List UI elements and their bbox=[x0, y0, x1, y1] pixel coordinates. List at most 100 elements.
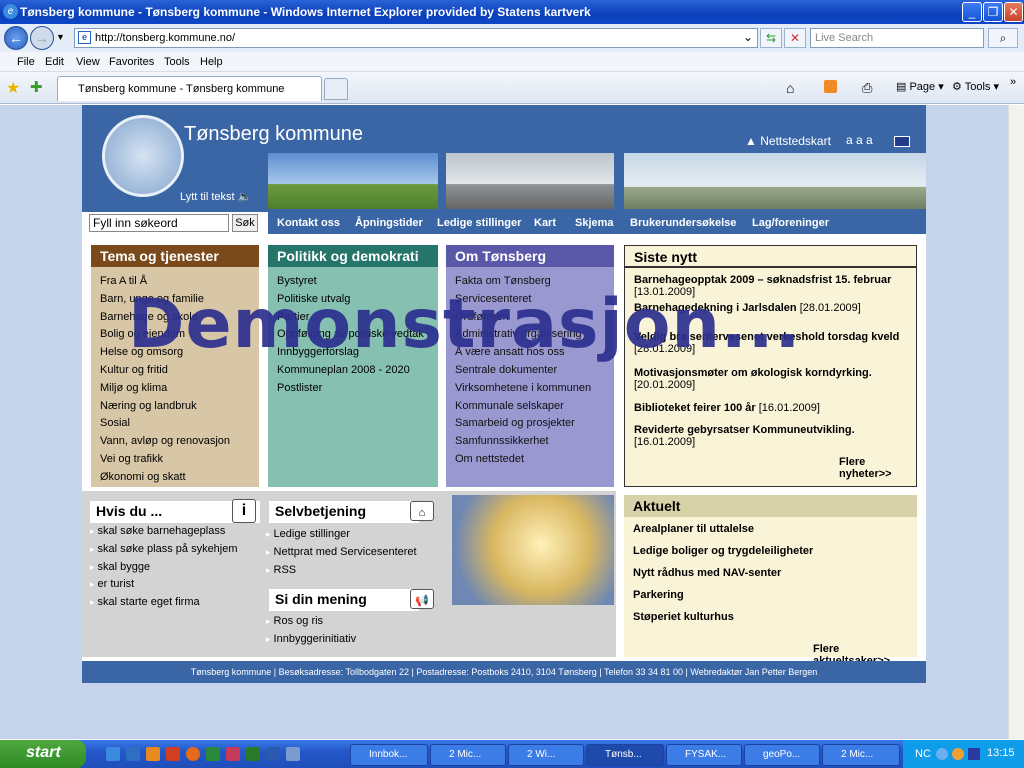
text-size-links[interactable]: a a a bbox=[846, 133, 873, 147]
site-search-button[interactable]: Søk bbox=[232, 214, 258, 232]
minimize-button[interactable]: _ bbox=[962, 2, 982, 22]
tema-link[interactable]: Vei og trafikk bbox=[100, 451, 230, 469]
language-indicator[interactable]: NC bbox=[915, 748, 931, 760]
add-favorite-icon[interactable]: ✚ bbox=[30, 78, 43, 96]
news-item[interactable]: Reviderte gebyrsatser Kommuneutvikling. … bbox=[634, 424, 912, 448]
history-dropdown-icon[interactable]: ▼ bbox=[56, 32, 65, 42]
nav-skjema[interactable]: Skjema bbox=[575, 217, 614, 229]
live-search-input[interactable]: Live Search bbox=[810, 28, 984, 48]
new-tab-button[interactable] bbox=[324, 78, 348, 100]
more-news-link[interactable]: Flere nyheter>> bbox=[839, 456, 916, 480]
aktuelt-link[interactable]: Arealplaner til uttalelse bbox=[633, 523, 754, 535]
om-link[interactable]: Om nettstedet bbox=[455, 451, 591, 469]
page-menu[interactable]: ▤ Page ▾ bbox=[896, 80, 944, 93]
tray-app-icon[interactable] bbox=[952, 748, 964, 760]
quicklaunch-excel-icon[interactable] bbox=[206, 747, 220, 761]
nav-brukerundersokelse[interactable]: Brukerundersøkelse bbox=[630, 217, 736, 229]
tema-link[interactable]: Økonomi og skatt bbox=[100, 469, 230, 487]
task-word[interactable]: 2 Mic... bbox=[430, 744, 506, 766]
om-link[interactable]: Sentrale dokumenter bbox=[455, 362, 591, 380]
nav-kontakt[interactable]: Kontakt oss bbox=[277, 217, 340, 229]
tools-menu[interactable]: ⚙ Tools ▾ bbox=[952, 80, 999, 93]
tray-security-icon[interactable] bbox=[968, 748, 980, 760]
nav-apningstider[interactable]: Åpningstider bbox=[355, 217, 423, 229]
tray-network-icon[interactable] bbox=[936, 748, 948, 760]
aktuelt-link[interactable]: Nytt rådhus med NAV-senter bbox=[633, 567, 781, 579]
menu-help[interactable]: Help bbox=[200, 56, 223, 68]
site-search-input[interactable]: Fyll inn søkeord bbox=[89, 214, 229, 232]
refresh-icon[interactable]: ⇆ bbox=[760, 28, 782, 48]
task-fysak[interactable]: FYSAK... bbox=[666, 744, 742, 766]
quicklaunch-excel2-icon[interactable] bbox=[246, 747, 260, 761]
om-link[interactable]: Kommunale selskaper bbox=[455, 398, 591, 416]
news-item[interactable]: Motivasjonsmøter om økologisk korndyrkin… bbox=[634, 367, 912, 391]
om-link[interactable]: Virksomhetene i kommunen bbox=[455, 380, 591, 398]
feeds-icon[interactable] bbox=[824, 80, 837, 93]
news-headline[interactable]: Motivasjonsmøter om økologisk korndyrkin… bbox=[634, 367, 872, 379]
maximize-button[interactable]: ❐ bbox=[983, 2, 1003, 22]
tema-link[interactable]: Vann, avløp og renovasjon bbox=[100, 433, 230, 451]
selvbetjening-link[interactable]: Ledige stillinger bbox=[266, 526, 417, 544]
print-icon[interactable]: ⎙ bbox=[862, 80, 872, 96]
menu-favorites[interactable]: Favorites bbox=[109, 56, 154, 68]
mening-link[interactable]: Ros og ris bbox=[266, 613, 356, 631]
nav-stillinger[interactable]: Ledige stillinger bbox=[437, 217, 521, 229]
quicklaunch-ie-icon[interactable] bbox=[106, 747, 120, 761]
site-title[interactable]: Tønsberg kommune bbox=[184, 123, 363, 146]
sitemap-link[interactable]: ▲ Nettstedskart bbox=[745, 134, 831, 148]
start-button[interactable]: start bbox=[0, 740, 86, 768]
task-windows[interactable]: 2 Wi... bbox=[508, 744, 584, 766]
english-flag-icon[interactable] bbox=[894, 136, 910, 147]
hvis-link[interactable]: skal bygge bbox=[90, 559, 238, 577]
favorites-star-icon[interactable]: ★ bbox=[6, 78, 20, 98]
aktuelt-link[interactable]: Parkering bbox=[633, 589, 684, 601]
mening-link[interactable]: Innbyggerinitiativ bbox=[266, 631, 357, 649]
task-word2[interactable]: 2 Mic... bbox=[822, 744, 900, 766]
quicklaunch-office-icon[interactable] bbox=[166, 747, 180, 761]
tema-link[interactable]: Kultur og fritid bbox=[100, 362, 230, 380]
nav-lag-foreninger[interactable]: Lag/foreninger bbox=[752, 217, 829, 229]
tema-link[interactable]: Næring og landbruk bbox=[100, 398, 230, 416]
tema-link[interactable]: Sosial bbox=[100, 415, 230, 433]
chevron-more-icon[interactable]: » bbox=[1010, 76, 1016, 88]
municipality-logo[interactable] bbox=[102, 115, 184, 197]
quicklaunch-firefox-icon[interactable] bbox=[186, 747, 200, 761]
hvis-link[interactable]: skal starte eget firma bbox=[90, 594, 238, 612]
nav-kart[interactable]: Kart bbox=[534, 217, 556, 229]
address-dropdown-icon[interactable]: ⌄ bbox=[740, 28, 756, 48]
aktuelt-link[interactable]: Støperiet kulturhus bbox=[633, 611, 734, 623]
task-tonsberg[interactable]: Tønsb... bbox=[586, 744, 664, 766]
quicklaunch-browser-icon[interactable] bbox=[126, 747, 140, 761]
news-headline[interactable]: Biblioteket feirer 100 år bbox=[634, 402, 756, 414]
tab-tonsberg[interactable]: Tønsberg kommune - Tønsberg kommune bbox=[57, 76, 322, 101]
selvbetjening-link[interactable]: Nettprat med Servicesenteret bbox=[266, 544, 417, 562]
politikk-link[interactable]: Postlister bbox=[277, 380, 424, 398]
stop-icon[interactable]: ✕ bbox=[784, 28, 806, 48]
hvis-link[interactable]: er turist bbox=[90, 576, 238, 594]
forward-button[interactable]: → bbox=[30, 26, 54, 50]
clock[interactable]: 13:15 bbox=[987, 747, 1015, 759]
om-link[interactable]: Samfunnssikkerhet bbox=[455, 433, 591, 451]
om-link[interactable]: Samarbeid og prosjekter bbox=[455, 415, 591, 433]
task-geoportal[interactable]: geoPo... bbox=[744, 744, 820, 766]
politikk-link[interactable]: Kommuneplan 2008 - 2020 bbox=[277, 362, 424, 380]
quicklaunch-desktop-icon[interactable] bbox=[286, 747, 300, 761]
vertical-scrollbar[interactable] bbox=[1008, 105, 1024, 739]
close-button[interactable]: ✕ bbox=[1004, 2, 1023, 22]
menu-file[interactable]: File bbox=[17, 56, 35, 68]
listen-link[interactable]: Lytt til tekst 🔈 bbox=[180, 190, 251, 203]
quicklaunch-access-icon[interactable] bbox=[226, 747, 240, 761]
back-button[interactable]: ← bbox=[4, 26, 28, 50]
quicklaunch-word-icon[interactable] bbox=[266, 747, 280, 761]
home-icon[interactable]: ⌂ bbox=[786, 80, 794, 96]
task-innboks[interactable]: Innbok... bbox=[350, 744, 428, 766]
hvis-link[interactable]: skal søke plass på sykehjem bbox=[90, 541, 238, 559]
menu-view[interactable]: View bbox=[76, 56, 100, 68]
selvbetjening-link[interactable]: RSS bbox=[266, 562, 417, 580]
address-input[interactable]: http://tonsberg.kommune.no/ bbox=[74, 28, 758, 48]
menu-edit[interactable]: Edit bbox=[45, 56, 64, 68]
quicklaunch-app-icon[interactable] bbox=[146, 747, 160, 761]
menu-tools[interactable]: Tools bbox=[164, 56, 190, 68]
news-item[interactable]: Biblioteket feirer 100 år [16.01.2009] bbox=[634, 402, 912, 414]
hvis-link[interactable]: skal søke barnehageplass bbox=[90, 523, 238, 541]
